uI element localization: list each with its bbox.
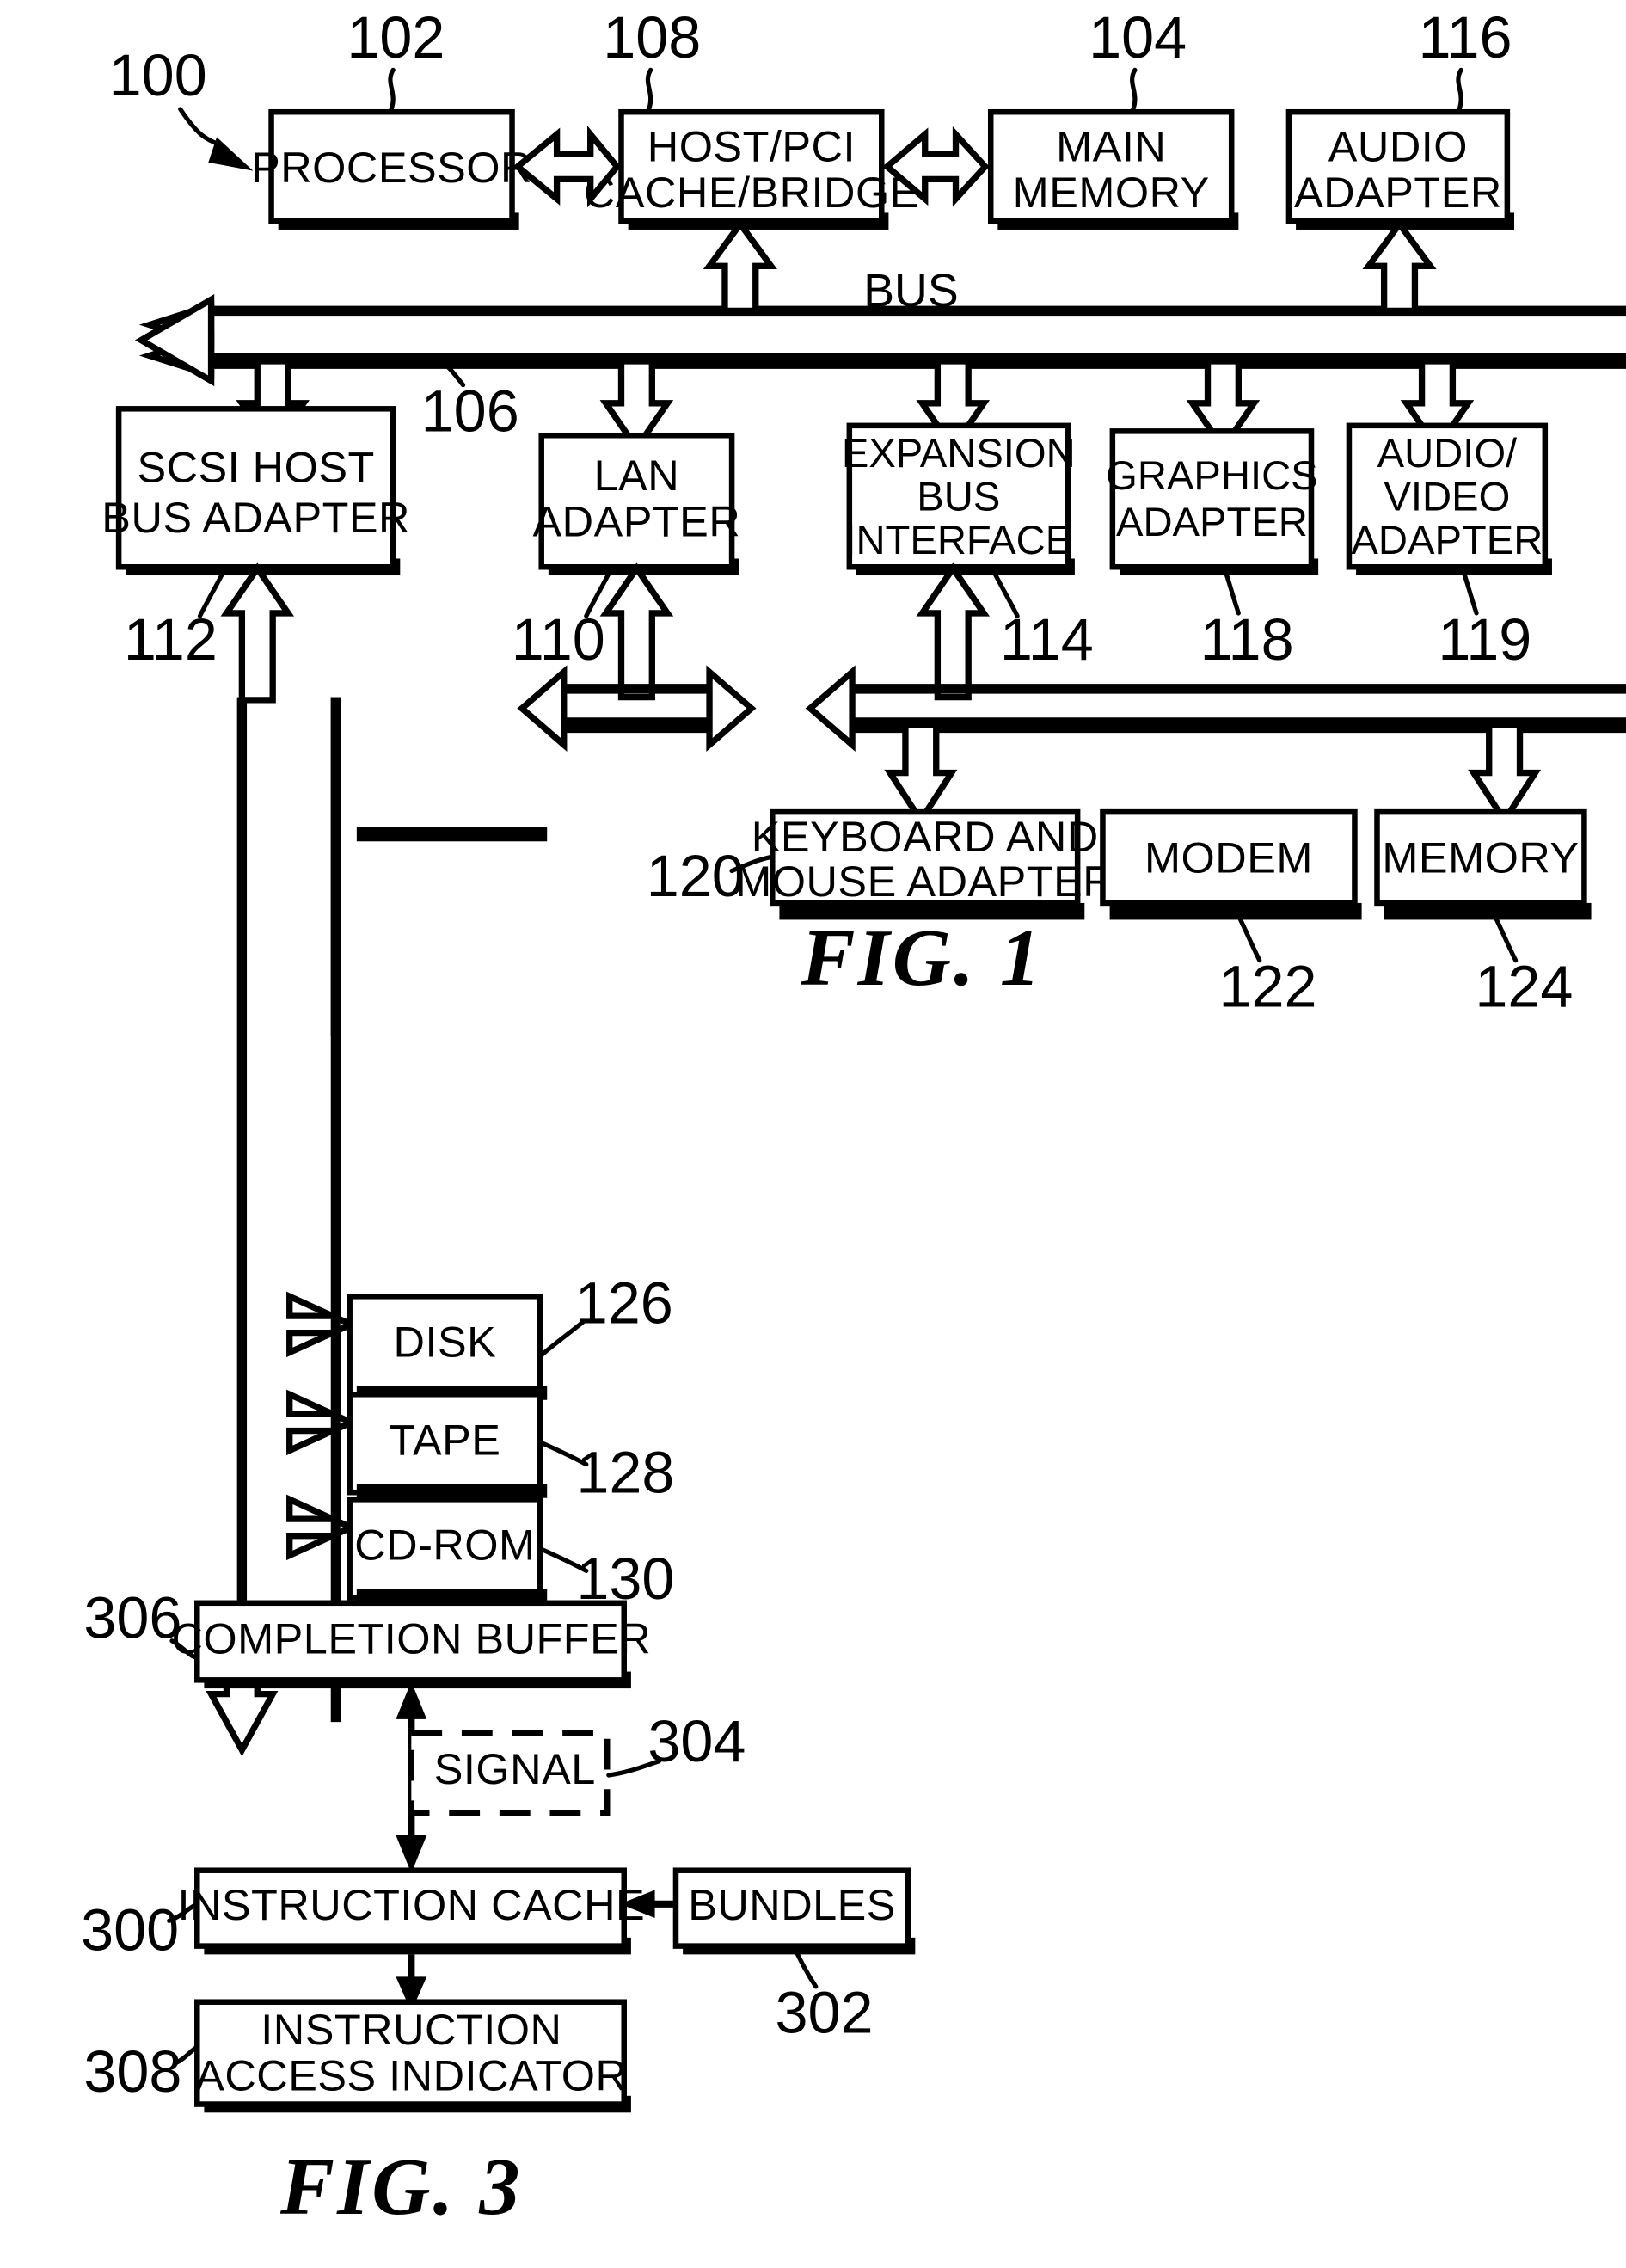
audiovideo-adapter-label-line1: AUDIO/ — [1377, 431, 1518, 476]
expansion-bus-label-line3: INTERFACE — [844, 518, 1072, 563]
expansion-bus-label-line1: EXPANSION — [842, 431, 1076, 476]
fig3-signal-label: SIGNAL — [434, 1744, 596, 1793]
lead-124 — [1490, 910, 1519, 963]
ref-104: 104 — [1089, 5, 1187, 71]
hostpci-bus-up-arrow — [703, 218, 777, 315]
lead-102 — [388, 67, 396, 114]
fig3-ref-306: 306 — [83, 1586, 181, 1651]
fig3-completion-buffer-label: COMPLETION BUFFER — [171, 1614, 651, 1663]
processor-label: PROCESSOR — [251, 143, 532, 192]
ref-128: 128 — [576, 1440, 674, 1505]
lan-up-arrow — [599, 562, 674, 701]
ref-100: 100 — [109, 43, 207, 108]
ref-102: 102 — [347, 5, 445, 71]
fig3-instruction-access-indicator-line1: INSTRUCTION — [261, 2005, 561, 2054]
figure-1: 100 PROCESSOR 102 HOST/PCI CACHE/BRIDGE … — [101, 5, 1626, 1757]
host-pci-label-line1: HOST/PCI — [647, 122, 856, 171]
disk-branch-arrow — [286, 1291, 359, 1358]
tape-branch-arrow — [286, 1389, 359, 1456]
audiovideo-adapter-label-line3: ADAPTER — [1351, 518, 1543, 563]
memory-label: MEMORY — [1382, 833, 1579, 882]
fig3-ref-304: 304 — [647, 1709, 746, 1774]
ref-122: 122 — [1218, 955, 1316, 1020]
fig3-instruction-cache-label: INSTRUCTION CACHE — [177, 1880, 645, 1929]
scsi-device-trunk — [206, 562, 359, 1757]
ref-106: 106 — [421, 379, 519, 445]
fig3-vert-arrow-head-down — [396, 1835, 427, 1873]
fig3-ref-302: 302 — [775, 1981, 873, 2046]
patent-drawing-sheet: 100 PROCESSOR 102 HOST/PCI CACHE/BRIDGE … — [0, 0, 1626, 2268]
lead-108 — [645, 67, 653, 114]
hostpci-to-bus-connector — [703, 218, 777, 315]
audio-adapter-label-line2: ADAPTER — [1294, 168, 1502, 217]
ref-110: 110 — [512, 607, 605, 673]
bus-left-arrow — [134, 293, 215, 387]
modem-down-arrow — [1468, 722, 1542, 827]
audio-adapter-to-bus-connector — [1362, 218, 1437, 315]
audio-adapter-label-line1: AUDIO — [1328, 122, 1468, 171]
expansion-bus-left-arrow — [805, 665, 856, 752]
main-memory-label-line2: MEMORY — [1013, 168, 1210, 217]
figure-3: COMPLETION BUFFER 306 SIGNAL 304 INSTRUC… — [81, 1586, 916, 2232]
ref-124: 124 — [1475, 955, 1573, 1020]
graphics-adapter-label-line1: GRAPHICS — [1106, 453, 1317, 499]
fig3-bundles-label: BUNDLES — [688, 1880, 896, 1929]
graphics-adapter-label-line2: ADAPTER — [1116, 500, 1308, 545]
fig3-caption: FIG. 3 — [279, 2142, 523, 2232]
tape-label: TAPE — [389, 1416, 500, 1465]
modem-label: MODEM — [1144, 833, 1313, 882]
host-pci-label-line2: CACHE/BRIDGE — [584, 168, 919, 217]
keyboard-mouse-label-line1: KEYBOARD AND — [752, 812, 1099, 861]
lead-116 — [1456, 67, 1463, 114]
fig3-ref-308: 308 — [83, 2039, 181, 2105]
scsi-host-label-line2: BUS ADAPTER — [101, 493, 410, 542]
lead-104 — [1130, 67, 1138, 114]
ref-118: 118 — [1200, 607, 1294, 673]
audio-adapter-bus-up-arrow — [1362, 218, 1437, 315]
main-memory-label-line1: MAIN — [1056, 122, 1166, 171]
cdrom-branch-arrow — [286, 1494, 359, 1561]
ref-114: 114 — [1000, 607, 1094, 673]
ref-108: 108 — [603, 5, 701, 71]
scsi-up-arrow — [220, 562, 295, 704]
scsi-host-label-line1: SCSI HOST — [137, 442, 374, 491]
ref-119: 119 — [1438, 607, 1531, 673]
figures-canvas: 100 PROCESSOR 102 HOST/PCI CACHE/BRIDGE … — [81, 5, 1626, 2232]
ref-120: 120 — [647, 844, 745, 909]
lan-bus-left-arrow — [517, 665, 568, 752]
ref-116: 116 — [1419, 5, 1512, 71]
audiovideo-adapter-label-line2: VIDEO — [1384, 475, 1510, 520]
ref-112: 112 — [124, 607, 218, 673]
expansion-lower-bus — [805, 562, 1626, 827]
fig3-instruction-access-indicator-line2: ACCESS INDICATOR — [195, 2051, 627, 2100]
ref-126: 126 — [575, 1270, 673, 1336]
lan-bus-right-arrow — [706, 665, 757, 752]
lan-adapter-label-line1: LAN — [594, 451, 680, 500]
cdrom-label: CD-ROM — [354, 1521, 535, 1570]
expansion-bus-label-line2: BUS — [917, 475, 1000, 520]
keyboard-down-arrow — [884, 722, 958, 827]
tape-box-shadow — [356, 1484, 548, 1498]
expansion-up-arrow — [916, 562, 991, 701]
processor-hostpci-bidir-arrow — [512, 126, 622, 208]
arrowhead-100 — [208, 137, 254, 171]
disk-label: DISK — [394, 1318, 497, 1367]
lead-122 — [1235, 910, 1262, 963]
keyboard-mouse-label-line2: MOUSE ADAPTER — [735, 857, 1114, 906]
lan-adapter-label-line2: ADAPTER — [533, 497, 741, 546]
disk-box-shadow — [356, 827, 548, 842]
lead-126 — [539, 1319, 586, 1358]
fig1-caption: FIG. 1 — [801, 913, 1044, 1003]
fig3-ref-300: 300 — [81, 1898, 179, 1964]
